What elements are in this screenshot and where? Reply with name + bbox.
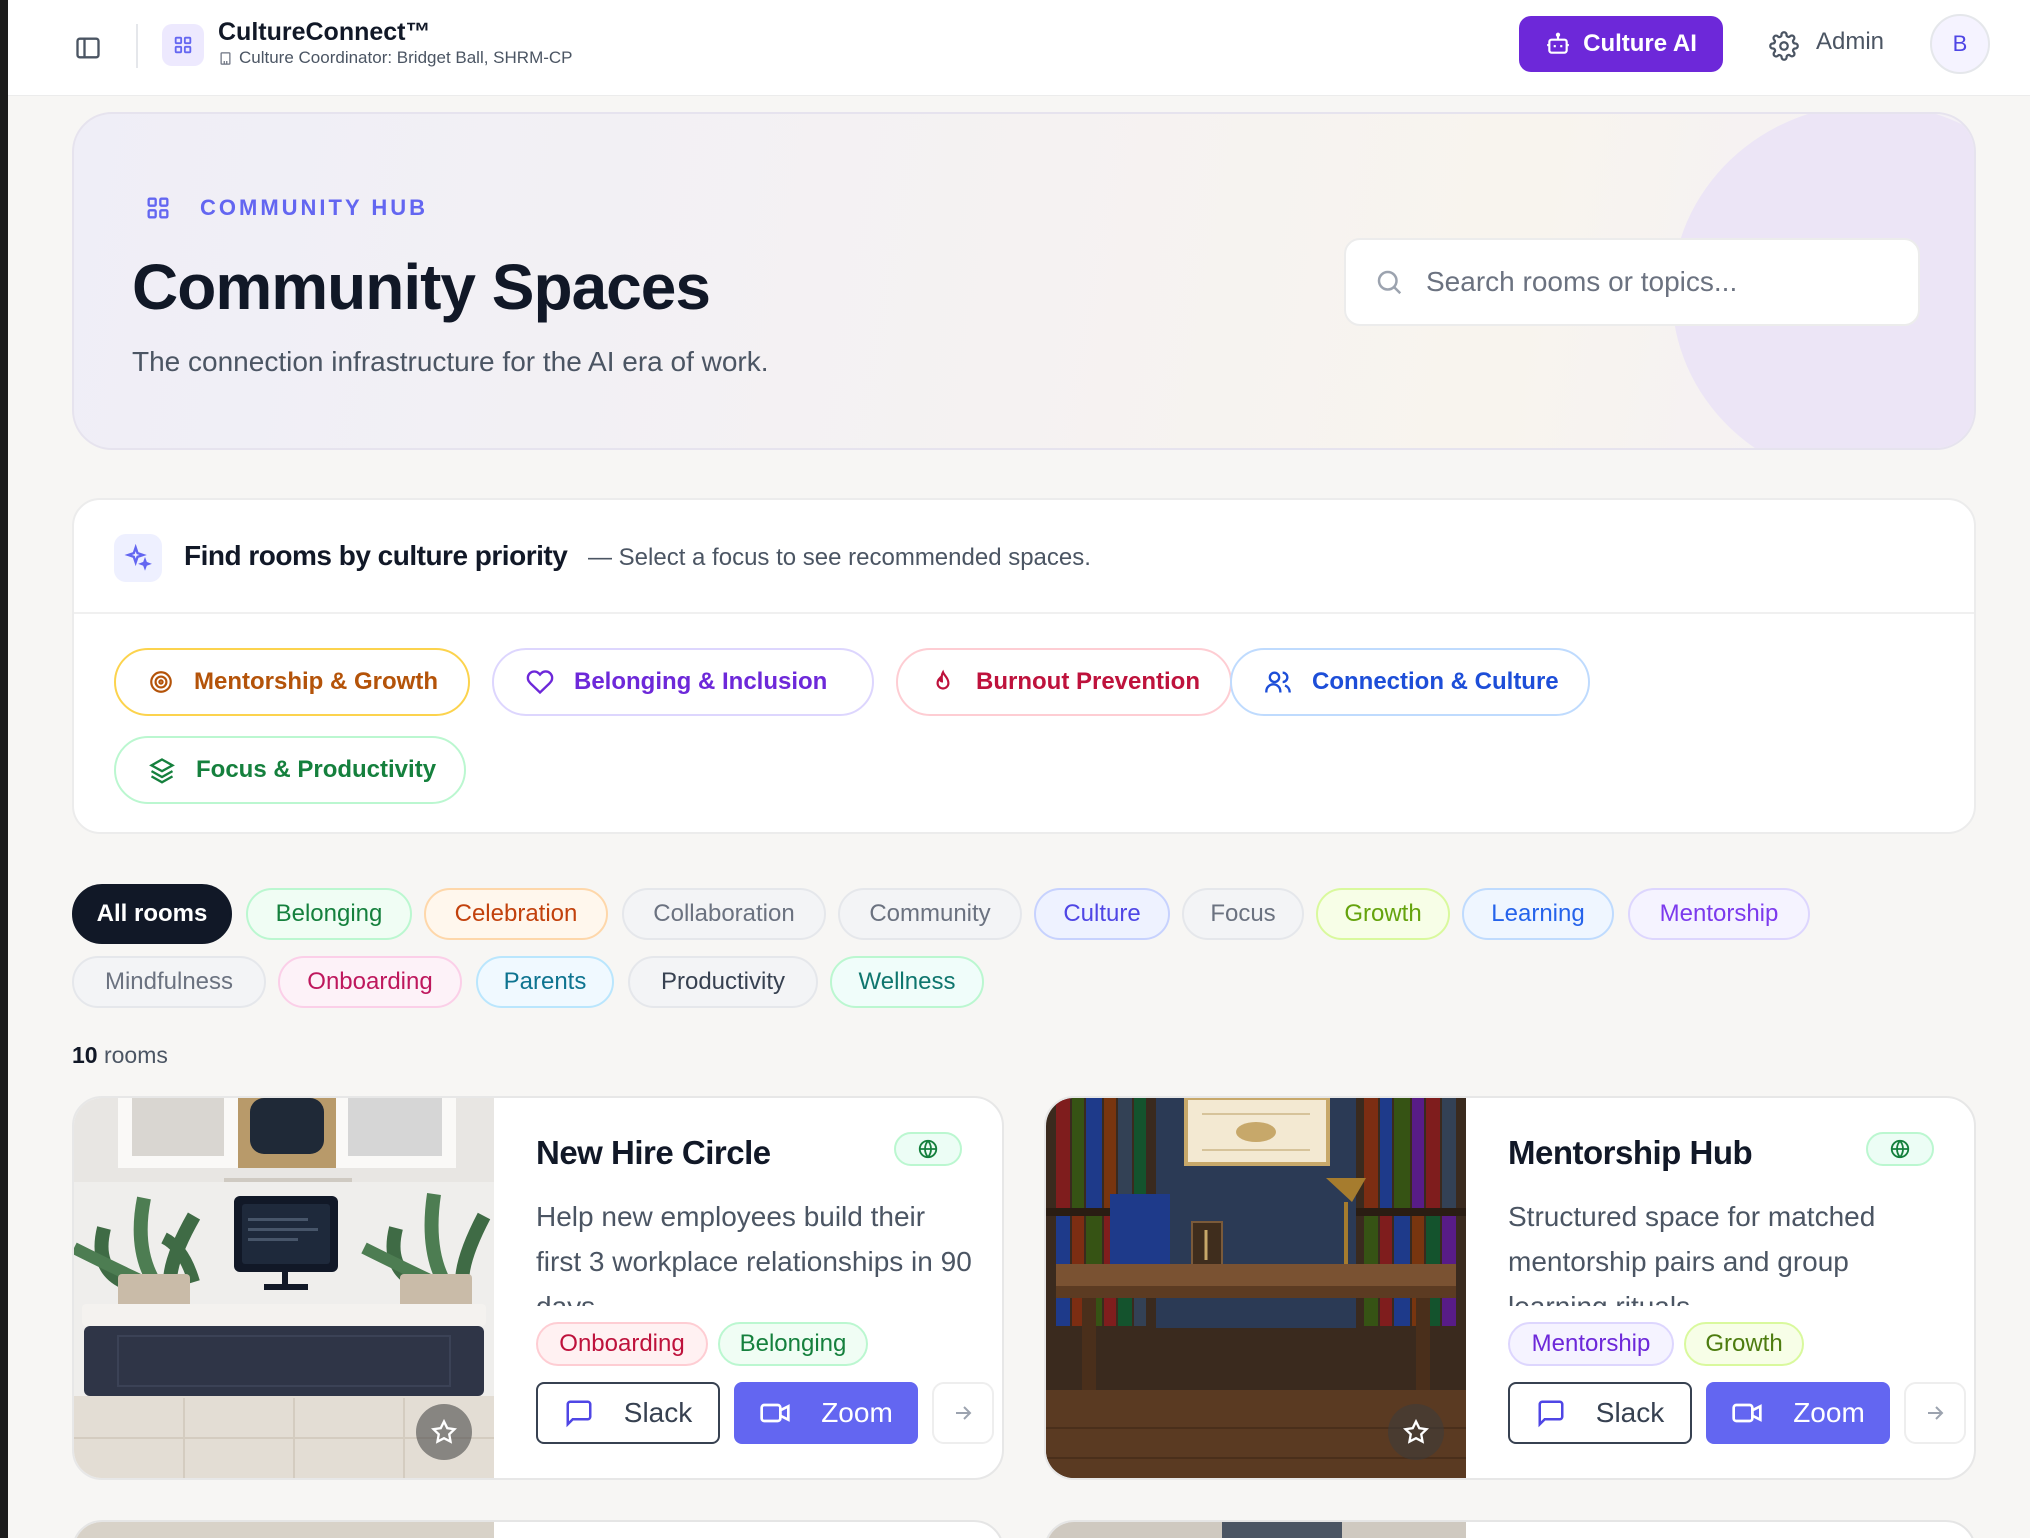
- rooms-count: 10 rooms: [72, 1042, 168, 1069]
- favorite-star-icon[interactable]: [1388, 1404, 1444, 1460]
- room-tag-onboarding: Onboarding: [536, 1322, 708, 1366]
- chip-collaboration[interactable]: Collaboration: [622, 888, 826, 940]
- admin-link[interactable]: Admin: [1816, 28, 1884, 56]
- page-title: Community Spaces: [132, 251, 711, 323]
- chip-parents[interactable]: Parents: [476, 956, 614, 1008]
- search-icon: [1377, 270, 1402, 295]
- chip-all-rooms[interactable]: All rooms: [72, 884, 232, 944]
- priority-label: Burnout Prevention: [976, 668, 1201, 695]
- culture-ai-label: Culture AI: [1583, 30, 1697, 57]
- sparkles-icon: [114, 534, 162, 582]
- chip-onboarding[interactable]: Onboarding: [278, 956, 462, 1008]
- search-box[interactable]: [1344, 238, 1920, 326]
- hero-eyebrow: COMMUNITY HUB: [144, 194, 428, 222]
- room-tag-belonging: Belonging: [718, 1322, 868, 1366]
- topbar-divider: [136, 24, 138, 68]
- top-bar: CultureConnect™ Culture Coordinator: Bri…: [8, 0, 2030, 96]
- building-icon: [220, 51, 231, 65]
- message-square-icon: [1538, 1400, 1564, 1428]
- chip-mentorship[interactable]: Mentorship: [1628, 888, 1810, 940]
- priority-label: Mentorship & Growth: [194, 668, 438, 695]
- chip-focus[interactable]: Focus: [1182, 888, 1304, 940]
- priority-connection-culture[interactable]: Connection & Culture: [1230, 648, 1590, 716]
- flame-icon: [936, 669, 950, 690]
- target-icon: [150, 671, 172, 693]
- chip-productivity[interactable]: Productivity: [628, 956, 818, 1008]
- video-icon: [1732, 1403, 1762, 1423]
- room-tag-growth: Growth: [1684, 1322, 1804, 1366]
- room-description: Help new employees build their first 3 w…: [536, 1201, 972, 1306]
- chip-mindfulness[interactable]: Mindfulness: [72, 956, 266, 1008]
- room-title[interactable]: Mentorship Hub: [1508, 1134, 1753, 1172]
- chip-wellness[interactable]: Wellness: [830, 956, 984, 1008]
- sidebar-toggle-icon[interactable]: [68, 28, 108, 68]
- chip-belonging[interactable]: Belonging: [246, 888, 412, 940]
- room-card-mentorship-hub[interactable]: Mentorship Hub Structured space for matc…: [1044, 1096, 1976, 1480]
- room-tag-mentorship: Mentorship: [1508, 1322, 1674, 1366]
- room-card-partial[interactable]: [72, 1520, 1004, 1538]
- zoom-button[interactable]: Zoom: [734, 1382, 918, 1444]
- priority-burnout-prevention[interactable]: Burnout Prevention: [896, 648, 1232, 716]
- favorite-star-icon[interactable]: [416, 1404, 472, 1460]
- layers-icon: [149, 758, 175, 784]
- heart-icon: [526, 670, 554, 695]
- users-icon: [1265, 671, 1291, 693]
- priority-mentorship-growth[interactable]: Mentorship & Growth: [114, 648, 470, 716]
- globe-icon: [1866, 1132, 1934, 1166]
- chip-community[interactable]: Community: [838, 888, 1022, 940]
- priority-hint: — Select a focus to see recommended spac…: [588, 544, 1091, 571]
- rooms-count-number: 10: [72, 1042, 98, 1068]
- chip-culture[interactable]: Culture: [1034, 888, 1170, 940]
- window-edge: [0, 0, 8, 1538]
- room-card-partial[interactable]: [1044, 1520, 1976, 1538]
- arrow-right-icon[interactable]: [932, 1382, 994, 1444]
- room-description: Structured space for matched mentorship …: [1508, 1201, 1876, 1306]
- grid-icon: [147, 197, 169, 219]
- slack-label: Slack: [623, 1397, 693, 1428]
- app-name: CultureConnect™: [218, 18, 431, 46]
- avatar[interactable]: B: [1930, 14, 1990, 74]
- slack-label: Slack: [1595, 1397, 1665, 1428]
- app-subtitle-text: Culture Coordinator: Bridget Ball, SHRM-…: [239, 48, 573, 67]
- video-icon: [760, 1403, 790, 1423]
- globe-icon: [894, 1132, 962, 1166]
- slack-button[interactable]: Slack: [1508, 1382, 1692, 1444]
- room-title[interactable]: New Hire Circle: [536, 1134, 771, 1172]
- search-input[interactable]: [1426, 266, 1886, 298]
- zoom-label: Zoom: [821, 1397, 893, 1428]
- priority-label: Connection & Culture: [1312, 668, 1559, 695]
- app-logo-icon[interactable]: [162, 24, 204, 66]
- priority-label: Belonging & Inclusion: [574, 668, 828, 695]
- zoom-button[interactable]: Zoom: [1706, 1382, 1890, 1444]
- page-subtitle: The connection infrastructure for the AI…: [132, 346, 769, 377]
- arrow-right-icon[interactable]: [1904, 1382, 1966, 1444]
- chip-growth[interactable]: Growth: [1316, 888, 1450, 940]
- room-card-new-hire-circle[interactable]: New Hire Circle Help new employees build…: [72, 1096, 1004, 1480]
- slack-button[interactable]: Slack: [536, 1382, 720, 1444]
- gear-icon[interactable]: [1764, 26, 1804, 66]
- app-subtitle: Culture Coordinator: Bridget Ball, SHRM-…: [218, 48, 573, 68]
- hero-banner: COMMUNITY HUB Community Spaces The conne…: [72, 112, 1976, 450]
- chip-learning[interactable]: Learning: [1462, 888, 1614, 940]
- chip-celebration[interactable]: Celebration: [424, 888, 608, 940]
- zoom-label: Zoom: [1793, 1397, 1865, 1428]
- priority-label: Focus & Productivity: [196, 756, 437, 783]
- priority-header: Find rooms by culture priority — Select …: [74, 500, 1974, 614]
- priority-panel: Find rooms by culture priority — Select …: [72, 498, 1976, 834]
- culture-ai-button[interactable]: Culture AI: [1519, 16, 1723, 72]
- priority-title: Find rooms by culture priority: [184, 540, 568, 571]
- bot-icon: [1547, 32, 1569, 54]
- priority-belonging-inclusion[interactable]: Belonging & Inclusion: [492, 648, 874, 716]
- hero-eyebrow-label: COMMUNITY HUB: [200, 195, 429, 220]
- rooms-count-label: rooms: [97, 1042, 168, 1068]
- priority-focus-productivity[interactable]: Focus & Productivity: [114, 736, 466, 804]
- message-square-icon: [566, 1400, 592, 1428]
